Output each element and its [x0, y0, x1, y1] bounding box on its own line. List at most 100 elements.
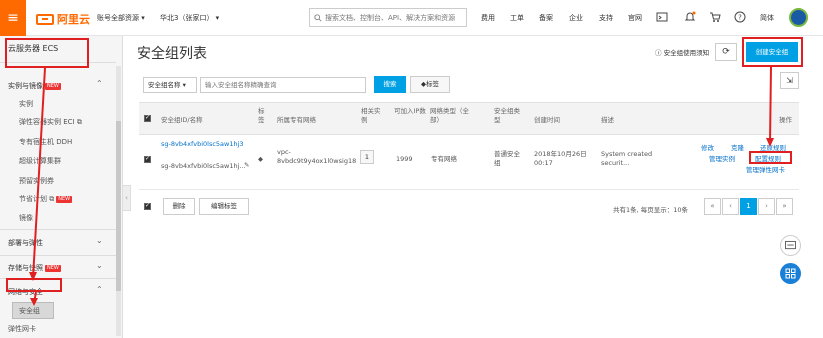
- created-time: 2018年10月26日 00:17: [534, 150, 587, 167]
- network-type: 专有网络: [431, 155, 457, 163]
- sidebar-item-savings-plan[interactable]: 节省计划 ⧉ NEW: [19, 194, 73, 204]
- cart-icon[interactable]: [709, 11, 721, 23]
- export-button[interactable]: ⇲: [780, 72, 799, 89]
- sidebar-item-instances[interactable]: 实例: [19, 99, 33, 109]
- annotation-box-ecs: [5, 38, 89, 68]
- nav-enterprise[interactable]: 企业: [569, 13, 583, 23]
- sidebar-group-deployment[interactable]: 部署与弹性: [8, 238, 43, 248]
- sidebar-item-eni[interactable]: 弹性网卡: [8, 324, 36, 334]
- nav-billing[interactable]: 费用: [481, 13, 495, 23]
- column-header-sg-type: 安全组类型: [494, 107, 520, 124]
- top-navigation-bar: ≡ 阿里云 账号全部资源 ▾ 华北3（张家口） ▾ 费用 工单 备案 企业 支持…: [0, 0, 823, 36]
- hamburger-menu-icon[interactable]: ≡: [0, 0, 26, 36]
- column-header-tags: 标签: [258, 107, 265, 124]
- column-header-instances: 相关实例: [361, 107, 381, 124]
- new-badge: NEW: [45, 264, 61, 272]
- security-group-name: sg-8vb4xfvbi0lsc5aw1hj...: [161, 162, 246, 170]
- footer-select-all-checkbox[interactable]: [144, 202, 151, 210]
- column-header-id: 安全组ID/名称: [161, 116, 203, 124]
- bell-icon[interactable]: [684, 11, 696, 23]
- next-page-button[interactable]: ›: [758, 198, 775, 215]
- logo-text: 阿里云: [57, 13, 90, 26]
- chevron-up-icon[interactable]: ⌃: [96, 285, 103, 294]
- filter-input[interactable]: [200, 77, 366, 93]
- export-icon: ⇲: [786, 76, 793, 85]
- nav-icp[interactable]: 备案: [539, 13, 553, 23]
- chevron-down-icon[interactable]: ⌄: [96, 236, 103, 245]
- manage-instances-link[interactable]: 管理实例: [709, 155, 735, 164]
- external-link-icon: ⧉: [76, 118, 82, 126]
- column-header-vpc: 所属专有网络: [277, 116, 316, 124]
- tag-button-label: 标签: [426, 80, 439, 88]
- sidebar-item-security-group[interactable]: 安全组: [19, 306, 40, 316]
- chat-button[interactable]: [780, 235, 801, 256]
- external-link-icon: ⧉: [49, 195, 55, 203]
- region-dropdown[interactable]: 华北3（张家口） ▾: [160, 13, 219, 23]
- sidebar-item-eci[interactable]: 弹性容器实例 ECI ⧉: [19, 117, 82, 127]
- filter-field-select[interactable]: 安全组名称 ▾: [143, 77, 197, 93]
- chevron-down-icon: ▾: [182, 81, 186, 89]
- tag-filter-button[interactable]: ◆标签: [410, 76, 450, 93]
- filter-field-value: 安全组名称: [148, 81, 181, 89]
- sidebar-group-label: 实例与镜像: [8, 82, 43, 90]
- aliyun-logo[interactable]: 阿里云: [36, 11, 90, 27]
- nav-ticket[interactable]: 工单: [510, 13, 524, 23]
- nav-support[interactable]: 支持: [599, 13, 613, 23]
- tag-icon[interactable]: ◆: [258, 155, 263, 164]
- description: System created securit...: [601, 150, 653, 167]
- nav-official-site[interactable]: 官网: [628, 13, 642, 23]
- clone-link[interactable]: 克隆: [731, 144, 744, 153]
- modify-link[interactable]: 修改: [701, 144, 714, 153]
- page-title: 安全组列表: [137, 46, 207, 62]
- sidebar-item-label: 弹性容器实例 ECI: [19, 118, 75, 126]
- sidebar-collapse-handle[interactable]: ‹: [122, 185, 131, 211]
- sidebar-group-label: 存储与快照: [8, 264, 43, 272]
- terminal-icon[interactable]: [656, 11, 668, 23]
- security-group-id-link[interactable]: sg-8vb4xfvbi0lsc5aw1hj3: [161, 140, 244, 149]
- edit-tags-button[interactable]: 编辑标签: [199, 198, 249, 215]
- sidebar-item-scc[interactable]: 超级计算集群: [19, 156, 61, 166]
- sidebar-item-reserved[interactable]: 预留实例券: [19, 176, 54, 186]
- user-avatar[interactable]: [789, 8, 808, 27]
- help-link-label: 安全组使用须知: [663, 49, 710, 57]
- search-button[interactable]: 搜索: [374, 76, 406, 93]
- question-circle-icon: ⓘ: [655, 49, 662, 57]
- column-header-ip-count: 可加入IP数: [394, 107, 426, 115]
- aliyun-logo-icon: [36, 13, 54, 25]
- last-page-button[interactable]: »: [776, 198, 793, 215]
- ip-count: 1999: [396, 155, 413, 163]
- edit-name-icon[interactable]: ✎: [244, 161, 249, 170]
- sidebar-group-instances[interactable]: 实例与镜像 NEW: [8, 81, 61, 91]
- new-badge: NEW: [56, 195, 73, 203]
- new-badge: NEW: [45, 82, 61, 90]
- help-icon[interactable]: ?: [734, 11, 746, 23]
- chevron-down-icon[interactable]: ⌄: [96, 261, 103, 270]
- sidebar-item-ddh[interactable]: 专有宿主机 DDH: [19, 137, 72, 147]
- refresh-button[interactable]: ⟳: [715, 43, 737, 61]
- select-all-checkbox[interactable]: [144, 114, 151, 122]
- row-checkbox[interactable]: [144, 155, 151, 163]
- apps-button[interactable]: [780, 263, 801, 284]
- prev-page-button[interactable]: ‹: [722, 198, 739, 215]
- sg-type: 普通安全组: [494, 150, 520, 167]
- language-switch[interactable]: 简体: [760, 13, 774, 23]
- delete-button[interactable]: 删除: [163, 198, 195, 215]
- sidebar-scrollbar-thumb[interactable]: [116, 121, 121, 291]
- global-search-box[interactable]: [309, 8, 467, 27]
- svg-text:?: ?: [738, 14, 742, 22]
- help-link[interactable]: ⓘ 安全组使用须知: [655, 47, 709, 57]
- account-resources-dropdown[interactable]: 账号全部资源 ▾: [97, 13, 145, 23]
- vpc-prefix: vpc-: [277, 148, 291, 156]
- column-header-network-type[interactable]: 网络类型（全部）: [430, 107, 478, 125]
- apps-grid-icon: [785, 268, 796, 279]
- divider: [0, 255, 116, 256]
- sidebar-group-storage[interactable]: 存储与快照 NEW: [8, 263, 61, 273]
- manage-eni-link[interactable]: 管理弹性网卡: [746, 166, 785, 175]
- vpc-id: 8vbdc9t9y4ox1l0wsig18: [277, 157, 357, 165]
- chevron-up-icon[interactable]: ⌃: [96, 79, 103, 88]
- sidebar-item-images[interactable]: 镜像: [19, 213, 33, 223]
- global-search-input[interactable]: [325, 13, 465, 22]
- first-page-button[interactable]: «: [704, 198, 721, 215]
- page-1-button[interactable]: 1: [740, 198, 757, 215]
- related-instances-count[interactable]: 1: [360, 150, 374, 164]
